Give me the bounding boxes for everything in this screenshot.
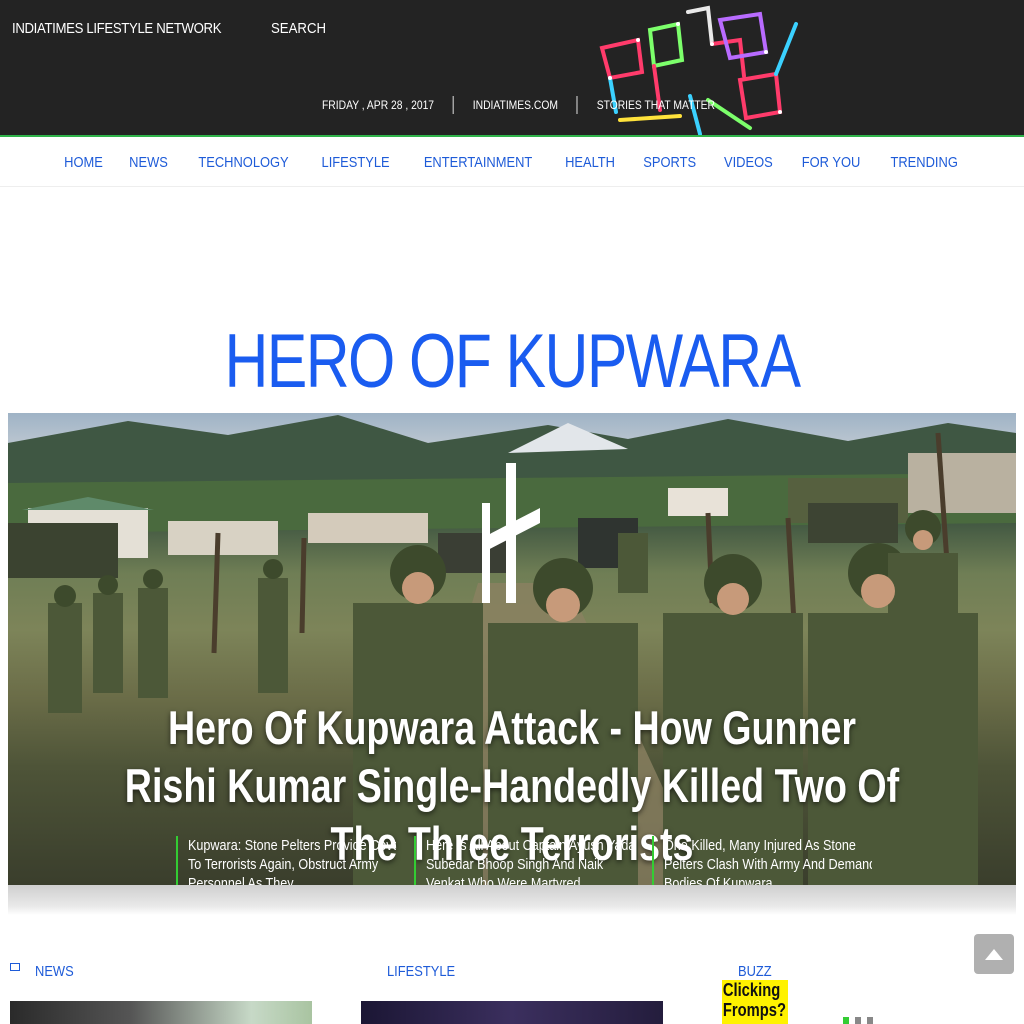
top-header: INDIATIMES LIFESTYLE NETWORK SEARCH FRID… bbox=[0, 0, 1024, 137]
tagline: STORIES THAT MATTER bbox=[596, 98, 716, 112]
buzz-ad-line1: Clicking bbox=[722, 980, 781, 1000]
site-logo-icon[interactable] bbox=[590, 0, 850, 137]
section-lifestyle[interactable]: LIFESTYLE bbox=[387, 963, 455, 980]
section-news[interactable]: NEWS bbox=[35, 963, 74, 980]
hero-shadow bbox=[8, 885, 1016, 915]
nav-item-health[interactable]: HEALTH bbox=[565, 154, 615, 171]
scroll-to-top-button[interactable] bbox=[974, 934, 1014, 974]
main-nav: HOME NEWS TECHNOLOGY LIFESTYLE ENTERTAIN… bbox=[0, 139, 1024, 187]
nav-item-home[interactable]: HOME bbox=[64, 154, 103, 171]
nav-item-technology[interactable]: TECHNOLOGY bbox=[198, 154, 288, 171]
related-story-3[interactable]: One Killed, Many Injured As Stone Pelter… bbox=[652, 836, 872, 885]
section-title: HERO OF KUPWARA bbox=[224, 319, 801, 404]
site-link[interactable]: INDIATIMES.COM bbox=[454, 98, 577, 112]
buzz-thumbnail[interactable]: Clicking Fromps? bbox=[722, 980, 788, 1024]
related-story-2[interactable]: Here Is All About Captain Ayush Yadav, S… bbox=[414, 836, 634, 885]
header-meta: FRIDAY , APR 28 , 2017 INDIATIMES.COM ST… bbox=[322, 96, 734, 114]
nav-item-for-you[interactable]: FOR YOU bbox=[802, 154, 861, 171]
nav-item-trending[interactable]: TRENDING bbox=[891, 154, 958, 171]
hero-feature[interactable]: Hero Of Kupwara Attack - How Gunner Rish… bbox=[8, 413, 1016, 885]
related-stories: Kupwara: Stone Pelters Provide Cover To … bbox=[8, 836, 1016, 885]
related-story-1[interactable]: Kupwara: Stone Pelters Provide Cover To … bbox=[176, 836, 396, 885]
news-icon bbox=[10, 963, 20, 971]
search-link[interactable]: SEARCH bbox=[271, 20, 326, 37]
buzz-indicator bbox=[843, 1017, 873, 1024]
section-buzz[interactable]: BUZZ bbox=[738, 963, 772, 980]
nav-item-sports[interactable]: SPORTS bbox=[643, 154, 696, 171]
lifestyle-thumbnail[interactable] bbox=[361, 1001, 663, 1024]
news-thumbnail[interactable] bbox=[10, 1001, 312, 1024]
buzz-ad-line2: Fromps? bbox=[722, 1000, 786, 1020]
nav-item-entertainment[interactable]: ENTERTAINMENT bbox=[424, 154, 532, 171]
current-date: FRIDAY , APR 28 , 2017 bbox=[322, 98, 435, 112]
nav-item-videos[interactable]: VIDEOS bbox=[724, 154, 773, 171]
nav-item-news[interactable]: NEWS bbox=[129, 154, 168, 171]
network-brand-link[interactable]: INDIATIMES LIFESTYLE NETWORK bbox=[12, 20, 222, 37]
nav-item-lifestyle[interactable]: LIFESTYLE bbox=[321, 154, 389, 171]
